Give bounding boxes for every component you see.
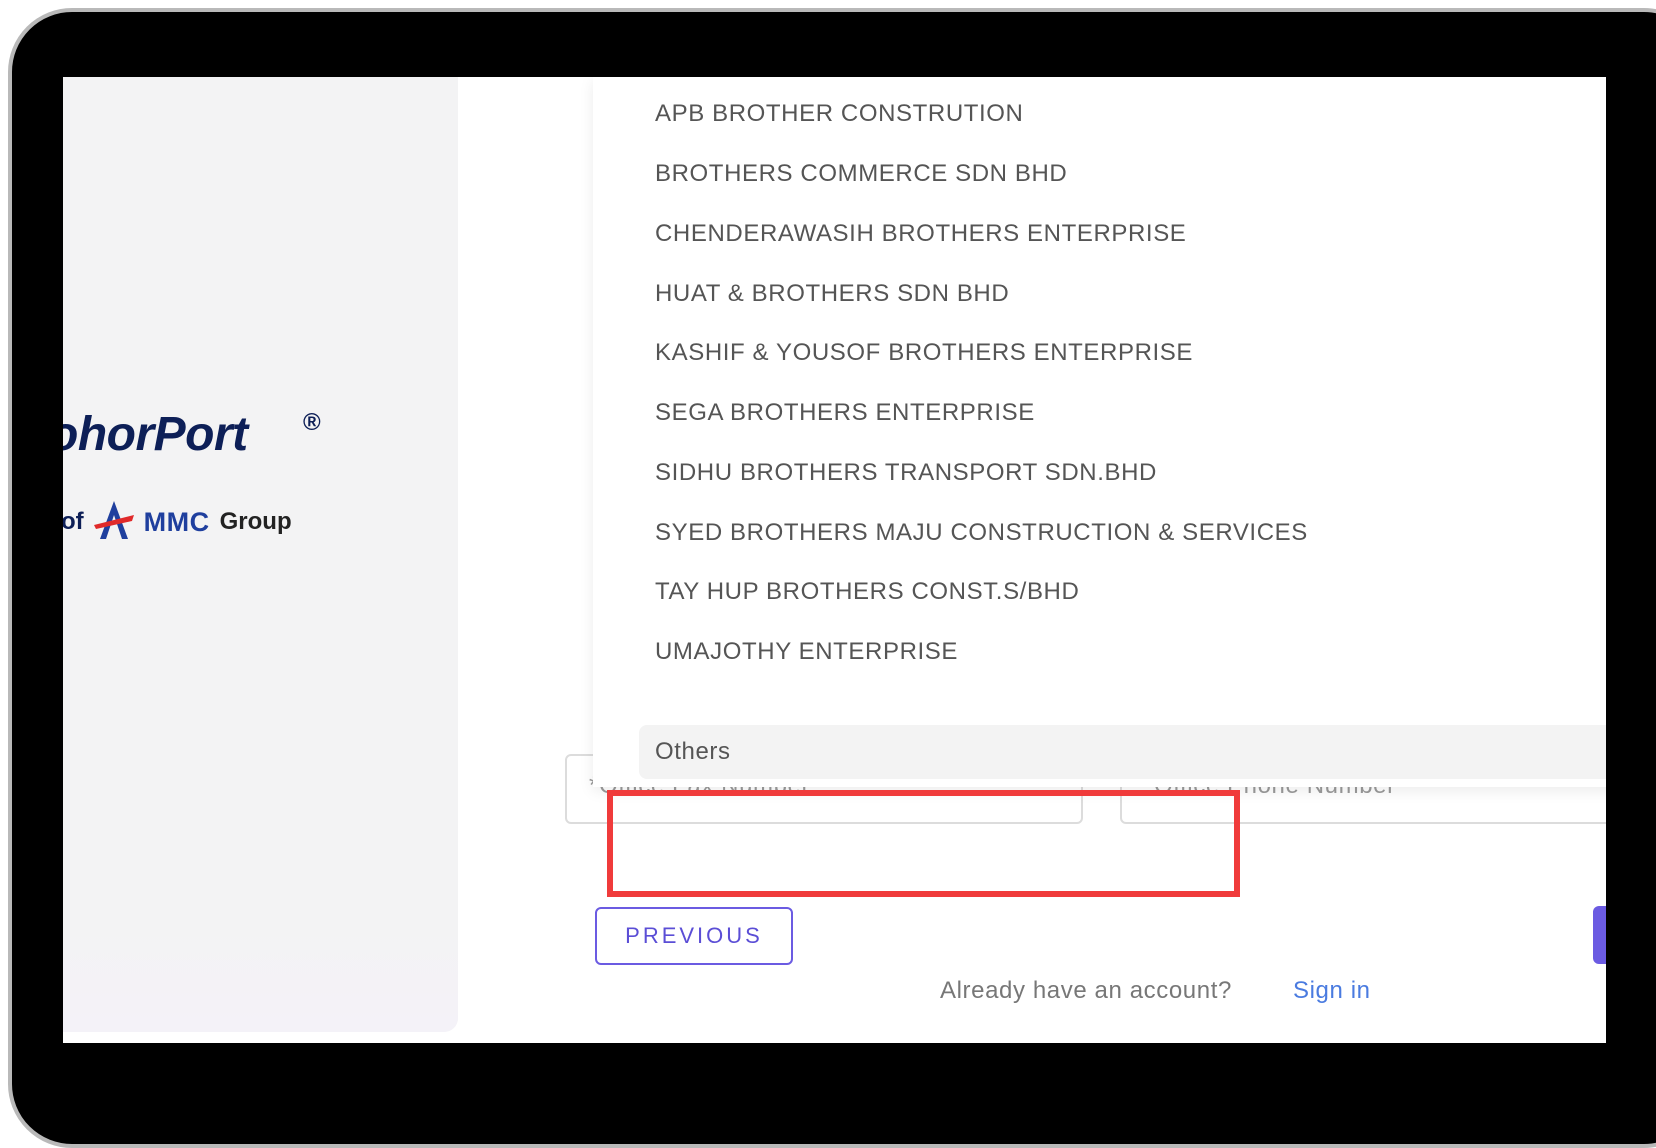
panel-fade [63, 922, 458, 1032]
dropdown-option[interactable]: HUAT & BROTHERS SDN BHD [655, 270, 1009, 318]
registered-mark: ® [303, 409, 321, 436]
logo-sub-company: MMC [143, 506, 210, 537]
johorport-logo: ohorPort [63, 408, 248, 461]
logo-sub-of: of [63, 508, 84, 535]
previous-button[interactable]: PREVIOUS [595, 907, 793, 965]
signin-prompt: Already have an account? [940, 977, 1232, 1004]
signin-link[interactable]: Sign in [1293, 977, 1371, 1005]
dropdown-option[interactable]: SYED BROTHERS MAJU CONSTRUCTION & SERVIC… [655, 509, 1308, 557]
dropdown-option-others[interactable]: Others [639, 725, 1606, 779]
dropdown-option[interactable]: SIDHU BROTHERS TRANSPORT SDN.BHD [655, 449, 1157, 497]
company-dropdown-list[interactable]: APB BROTHER CONSTRUTION BROTHERS COMMERC… [593, 77, 1606, 787]
annotation-highlight-box [607, 790, 1240, 897]
dropdown-option[interactable]: APB BROTHER CONSTRUTION [655, 90, 1024, 138]
dropdown-option[interactable]: CHENDERAWASIH BROTHERS ENTERPRISE [655, 210, 1186, 258]
branding-panel: ohorPort ® of MMC Group [63, 77, 458, 1032]
dropdown-option[interactable]: TAY HUP BROTHERS CONST.S/BHD [655, 568, 1079, 616]
mmc-logo-icon [92, 499, 136, 546]
dropdown-option[interactable]: UMAJOTHY ENTERPRISE [655, 628, 958, 676]
dropdown-option[interactable]: SEGA BROTHERS ENTERPRISE [655, 389, 1035, 437]
dropdown-option[interactable]: BROTHERS COMMERCE SDN BHD [655, 150, 1067, 198]
mmc-group-logo: of MMC Group [63, 500, 292, 542]
app-screen: ohorPort ® of MMC Group *Office Fax Numb… [63, 77, 1606, 1043]
dropdown-option[interactable]: KASHIF & YOUSOF BROTHERS ENTERPRISE [655, 329, 1193, 377]
logo-sub-group: Group [219, 508, 292, 535]
next-button[interactable] [1593, 906, 1606, 964]
